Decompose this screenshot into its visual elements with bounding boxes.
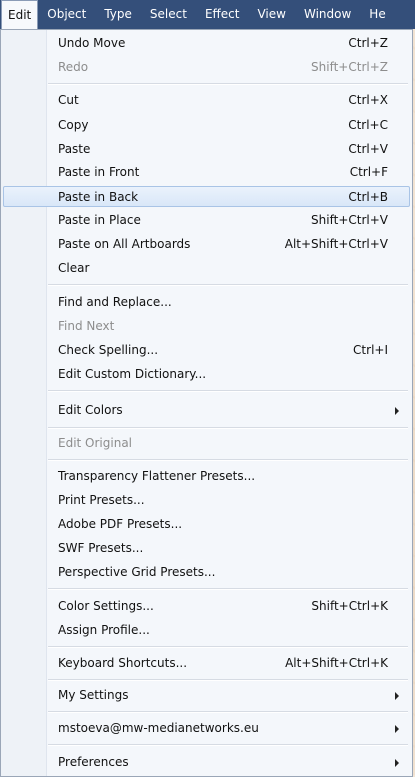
menu-item-shortcut: Ctrl+F [349,165,388,179]
menu-item-label: Assign Profile... [58,623,150,637]
menu-item-label: Adobe PDF Presets... [58,517,183,531]
menu-item-shortcut: Ctrl+Z [348,36,388,50]
menu-item-shortcut: Alt+Shift+Ctrl+V [284,237,388,251]
menu-item-shortcut: Ctrl+B [348,190,388,204]
menu-item-label: Redo [58,60,89,74]
menu-item-swf-presets[interactable]: SWF Presets... [3,538,410,559]
menu-item-label: Find and Replace... [58,295,172,309]
menu-item-keyboard-shortcuts[interactable]: Keyboard Shortcuts... Alt+Shift+Ctrl+K [3,653,410,674]
menu-item-shortcut: Shift+Ctrl+V [311,213,388,227]
menu-item-label: Check Spelling... [58,343,159,357]
menu-separator [48,711,408,713]
menu-item-assign-profile[interactable]: Assign Profile... [3,620,410,641]
menu-item-paste[interactable]: Paste Ctrl+V [3,139,410,160]
menu-item-shortcut: Ctrl+V [348,142,388,156]
menu-separator [48,646,408,648]
menu-separator [48,83,408,85]
menu-item-label: Transparency Flattener Presets... [58,469,256,483]
submenu-arrow-icon [395,692,399,700]
menu-item-clear[interactable]: Clear [3,258,410,279]
menu-item-label: Edit Original [58,436,133,450]
menu-item-shortcut: Alt+Shift+Ctrl+K [285,656,388,670]
menu-item-edit-custom-dictionary[interactable]: Edit Custom Dictionary... [3,364,410,385]
submenu-arrow-icon [395,407,399,415]
menu-item-label: Paste [58,142,91,156]
menu-item-find-next[interactable]: Find Next [3,316,410,337]
menu-item-edit-colors[interactable]: Edit Colors [3,400,410,421]
menu-item-print-presets[interactable]: Print Presets... [3,490,410,511]
menu-item-paste-in-front[interactable]: Paste in Front Ctrl+F [3,162,410,183]
menu-separator [48,284,408,286]
menu-effect[interactable]: Effect [196,0,249,29]
submenu-arrow-icon [395,759,399,767]
menu-item-shortcut: Shift+Ctrl+K [311,599,388,613]
menu-item-paste-in-back[interactable]: Paste in Back Ctrl+B [3,186,410,207]
menu-item-redo[interactable]: Redo Shift+Ctrl+Z [3,57,410,78]
menu-item-label: Preferences [58,755,129,769]
menu-item-preferences[interactable]: Preferences [3,752,410,773]
menu-item-label: Copy [58,118,89,132]
menu-item-check-spelling[interactable]: Check Spelling... Ctrl+I [3,340,410,361]
menu-item-label: SWF Presets... [58,541,144,555]
menu-select[interactable]: Select [141,0,196,29]
menu-item-label: Paste on All Artboards [58,237,191,251]
menu-item-paste-in-place[interactable]: Paste in Place Shift+Ctrl+V [3,210,410,231]
menu-item-adobe-pdf-presets[interactable]: Adobe PDF Presets... [3,514,410,535]
menu-item-label: Edit Custom Dictionary... [58,367,207,381]
menu-item-label: Print Presets... [58,493,145,507]
menu-separator [48,744,408,746]
menu-item-label: Perspective Grid Presets... [58,565,216,579]
menu-item-label: Undo Move [58,36,126,50]
menu-item-label: Edit Colors [58,403,123,417]
menu-item-copy[interactable]: Copy Ctrl+C [3,115,410,136]
menu-item-cut[interactable]: Cut Ctrl+X [3,90,410,111]
menu-item-label: mstoeva@mw-medianetworks.eu [58,721,259,735]
menu-item-label: My Settings [58,688,129,702]
menu-item-undo-move[interactable]: Undo Move Ctrl+Z [3,33,410,54]
menu-item-label: Cut [58,93,79,107]
menu-item-shortcut: Ctrl+C [348,118,388,132]
menu-item-label: Find Next [58,319,115,333]
menu-item-label: Clear [58,261,90,275]
menu-item-shortcut: Shift+Ctrl+Z [311,60,388,74]
edit-menu-dropdown: Undo Move Ctrl+Z Redo Shift+Ctrl+Z Cut C… [0,29,413,777]
menu-item-paste-on-all-artboards[interactable]: Paste on All Artboards Alt+Shift+Ctrl+V [3,234,410,255]
menu-item-find-and-replace[interactable]: Find and Replace... [3,292,410,313]
menu-view[interactable]: View [248,0,294,29]
menu-edit[interactable]: Edit [1,0,39,31]
menu-object[interactable]: Object [38,0,95,29]
menu-item-perspective-grid-presets[interactable]: Perspective Grid Presets... [3,562,410,583]
menu-item-label: Paste in Place [58,213,141,227]
menu-item-label: Paste in Back [58,190,139,204]
menu-item-label: Color Settings... [58,599,154,613]
menu-item-label: Keyboard Shortcuts... [58,656,188,670]
menu-item-color-settings[interactable]: Color Settings... Shift+Ctrl+K [3,596,410,617]
menu-item-edit-original[interactable]: Edit Original [3,433,410,454]
menu-bar: Edit Object Type Select Effect View Wind… [0,0,415,31]
menu-item-label: Paste in Front [58,165,140,179]
menu-separator [48,390,408,392]
menu-type[interactable]: Type [95,0,141,29]
menu-item-my-settings[interactable]: My Settings [3,685,410,706]
menu-help[interactable]: He [360,0,394,29]
menu-separator [48,588,408,590]
menu-separator [48,459,408,461]
submenu-arrow-icon [395,725,399,733]
menu-item-shortcut: Ctrl+X [348,93,388,107]
menu-item-shortcut: Ctrl+I [353,343,388,357]
menu-window[interactable]: Window [295,0,360,29]
menu-item-account[interactable]: mstoeva@mw-medianetworks.eu [3,718,410,739]
menu-item-transparency-flattener-presets[interactable]: Transparency Flattener Presets... [3,466,410,487]
menu-separator [48,427,408,429]
menu-separator [48,679,408,681]
